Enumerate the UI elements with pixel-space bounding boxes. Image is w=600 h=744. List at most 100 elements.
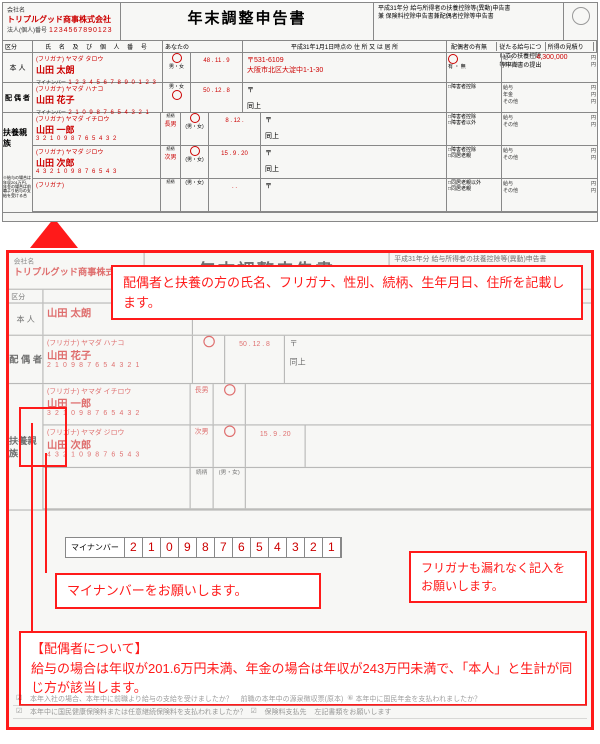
seal-circle-icon <box>572 7 590 25</box>
gender-circle-icon <box>172 90 182 100</box>
hdr-name: 氏 名 及 び 個 人 番 号 <box>33 41 163 52</box>
column-headers: 区分 氏 名 及 び 個 人 番 号 あなたの 平成31年1月1日時点の 住 所… <box>3 41 597 53</box>
self-zip: 〒531-6109 <box>247 55 442 65</box>
dep1-birth: 8 . 12 . <box>209 113 261 145</box>
spouse-check: □障害者控除 <box>447 83 502 112</box>
spouse-right: □障害者控除 給与円 年金円 その他円 <box>447 83 597 112</box>
zoom-panel: 会社名 トリプルグッド商事株式会社 年末調整申告書 平成31年分 給与所得者の扶… <box>6 250 594 730</box>
spouse-income: 給与円 年金円 その他円 <box>502 83 597 112</box>
dep3-name-cell: (フリガナ) <box>33 179 161 211</box>
dep2-right: □障害者控除□同居老親 給与円その他円 <box>447 146 597 178</box>
callout-spouse-title: 【配偶者について】 <box>31 639 575 659</box>
callout-fields: 配偶者と扶養の方の氏名、フリガナ、性別、続柄、生年月日、住所を記載します。 <box>111 265 583 320</box>
dependents-block: 扶養親族 ※給与の場合は年収201万円、年金の場合は前職より給与の支給を受ける合… <box>3 113 597 213</box>
salary-amt: 4,300,000 <box>536 54 567 61</box>
callout-spouse-body: 給与の場合は年収が201.6万円未満、年金の場合は年収が243万円未満で、「本人… <box>31 659 575 698</box>
callout-line-2 <box>45 453 47 573</box>
title-block: 年末調整申告書 <box>121 3 373 40</box>
corp-num-label: 法人(個人)番号 <box>7 28 47 34</box>
self-address: 大阪市北区大淀中1-1-30 <box>247 65 442 75</box>
spouse-tag-highlight <box>19 407 67 467</box>
dep2-birth: 15 . 9 . 20 <box>209 146 261 178</box>
dep2-addr: 〒同上 <box>261 146 447 178</box>
dep2-name: 山田 次郎 <box>36 156 157 169</box>
dep3-addr: 〒 <box>261 179 447 211</box>
mynumber-zoom-label: マイナンバー <box>66 538 125 557</box>
self-gender: 男・女 <box>163 53 191 82</box>
company-label: 会社名 <box>7 5 116 14</box>
gender-circle-icon <box>190 146 200 156</box>
self-row: 本 人 (フリガナ) ヤマダ タロウ 山田 太朗 マイナンバー 1 2 3 4 … <box>3 53 597 83</box>
dep1-gender: (男・女) <box>181 113 209 145</box>
self-name-cell: (フリガナ) ヤマダ タロウ 山田 太朗 マイナンバー 1 2 3 4 5 6 … <box>33 53 163 82</box>
callout-pointer-icon <box>30 218 78 248</box>
mynumber-zoom: マイナンバー 2 1 0 9 8 7 6 5 4 3 2 1 <box>65 537 342 558</box>
dep-row-2: (フリガナ) ヤマダ ジロウ 山田 次郎 4 3 2 1 0 9 8 7 6 5… <box>33 146 597 179</box>
dep1-furigana: (フリガナ) ヤマダ イチロウ <box>36 114 157 123</box>
dep2-furigana: (フリガナ) ヤマダ ジロウ <box>36 147 157 156</box>
spouse-address: 同上 <box>247 95 442 111</box>
salary-label: 給与 <box>503 54 513 61</box>
dep1-name-cell: (フリガナ) ヤマダ イチロウ 山田 一郎 3 2 1 0 9 8 7 6 5 … <box>33 113 161 145</box>
dep3-right: □同居老親以外□同居老親 給与円その他円 <box>447 179 597 211</box>
company-block: 会社名 トリプルグッド商事株式会社 法人(個人)番号 1234567890123 <box>3 3 121 40</box>
dep1-rel: 続柄長男 <box>161 113 181 145</box>
corp-num: 1234567890123 <box>49 27 113 34</box>
dep-row-1: (フリガナ) ヤマダ イチロウ 山田 一郎 3 2 1 0 9 8 7 6 5 … <box>33 113 597 146</box>
spouse-tag: 配 偶 者 <box>3 83 33 112</box>
spouse-name: 山田 花子 <box>36 93 159 106</box>
gender-circle-icon <box>172 53 182 63</box>
dep1-name: 山田 一郎 <box>36 123 157 136</box>
subtitle-line2: 兼 保険料控除申告書兼配偶者控除等申告書 <box>378 14 559 22</box>
dep2-gender: (男・女) <box>181 146 209 178</box>
dep-row-3: (フリガナ) 続柄 (男・女) . . 〒 □同居老親以外□同居老親 給与円その… <box>33 179 597 212</box>
spouse-address-cell: 〒 同上 <box>243 83 447 112</box>
hdr-date-note: 平成31年1月1日時点の 住 所 又 は 居 所 <box>243 41 447 52</box>
self-right: 有 ・ 無 給与4,300,000円 その他円 <box>447 53 597 82</box>
self-address-cell: 〒531-6109 大阪市北区大淀中1-1-30 <box>243 53 447 82</box>
spouse-furigana: (フリガナ) ヤマダ ハナコ <box>36 84 159 93</box>
dep-tag: 扶養親族 ※給与の場合は年収201万円、年金の場合は前職より給与の支給を受ける合 <box>3 113 33 212</box>
self-name: 山田 太朗 <box>36 63 159 76</box>
nencho-form-top: 会社名 トリプルグッド商事株式会社 法人(個人)番号 1234567890123… <box>2 2 598 222</box>
spouse-gender: 男・女 <box>163 83 191 112</box>
dep3-birth: . . <box>209 179 261 211</box>
gender-circle-icon <box>190 113 200 123</box>
seal-box <box>563 3 597 40</box>
hdr-kubun: 区分 <box>3 41 33 52</box>
hdr-stamps: あなたの <box>163 41 243 52</box>
dep2-mynum: 4 3 2 1 0 9 8 7 6 5 4 3 <box>36 169 157 175</box>
company-name: トリプルグッド商事株式会社 <box>7 14 116 25</box>
bottom-form-fragment: ☑本年入社の場合、本年中に前職より給与の支給を受けましたか？ 前職の本年中の源泉… <box>13 693 587 719</box>
self-tag: 本 人 <box>3 53 33 82</box>
callout-mynumber: マイナンバーをお願いします。 <box>55 573 321 609</box>
hdr-haigusha: 配偶者の有無 <box>449 42 497 51</box>
form-header: 会社名 トリプルグッド商事株式会社 法人(個人)番号 1234567890123… <box>3 3 597 41</box>
hdr-head-house: 従たる給与についての扶養控除等申告書の提出 <box>497 42 545 51</box>
dep1-right: □障害者控除□障害者以外 給与円その他円 <box>447 113 597 145</box>
spouse-birth: 50 . 12 . 8 <box>191 83 243 112</box>
dep3-furigana: (フリガナ) <box>36 180 157 189</box>
dep-rows: (フリガナ) ヤマダ イチロウ 山田 一郎 3 2 1 0 9 8 7 6 5 … <box>33 113 597 212</box>
dep1-addr: 〒同上 <box>261 113 447 145</box>
hdr-income: 所得の見積り <box>546 42 594 51</box>
title-subtitle: 平成31年分 給与所得者の扶養控除等(異動)申告書 兼 保険料控除申告書兼配偶者… <box>373 3 563 40</box>
dep2-checks: □障害者控除□同居老親 <box>447 146 502 178</box>
form-title: 年末調整申告書 <box>121 7 373 28</box>
dep-tag-main: 扶養親族 <box>3 127 32 149</box>
self-income: 給与4,300,000円 その他円 <box>502 53 597 82</box>
self-furigana: (フリガナ) ヤマダ タロウ <box>36 54 159 63</box>
dep3-gender: (男・女) <box>181 179 209 211</box>
spouse-row: 配 偶 者 (フリガナ) ヤマダ ハナコ 山田 花子 マイナンバー 2 1 0 … <box>3 83 597 113</box>
other-label: その他 <box>503 61 518 68</box>
hdr-right: 配偶者の有無 従たる給与についての扶養控除等申告書の提出 所得の見積り <box>447 41 597 52</box>
spouse-circle-icon <box>448 54 458 64</box>
dep3-rel: 続柄 <box>161 179 181 211</box>
callout-line-1 <box>31 423 33 633</box>
dep2-name-cell: (フリガナ) ヤマダ ジロウ 山田 次郎 4 3 2 1 0 9 8 7 6 5… <box>33 146 161 178</box>
dep1-mynum: 3 2 1 0 9 8 7 6 5 4 3 2 <box>36 136 157 142</box>
dep2-rel: 続柄次男 <box>161 146 181 178</box>
spouse-name-cell: (フリガナ) ヤマダ ハナコ 山田 花子 マイナンバー 2 1 0 9 8 7 … <box>33 83 163 112</box>
spouse-tag-main: 配 偶 者 <box>5 93 30 103</box>
spouse-yesno: 有 ・ 無 <box>447 53 502 82</box>
